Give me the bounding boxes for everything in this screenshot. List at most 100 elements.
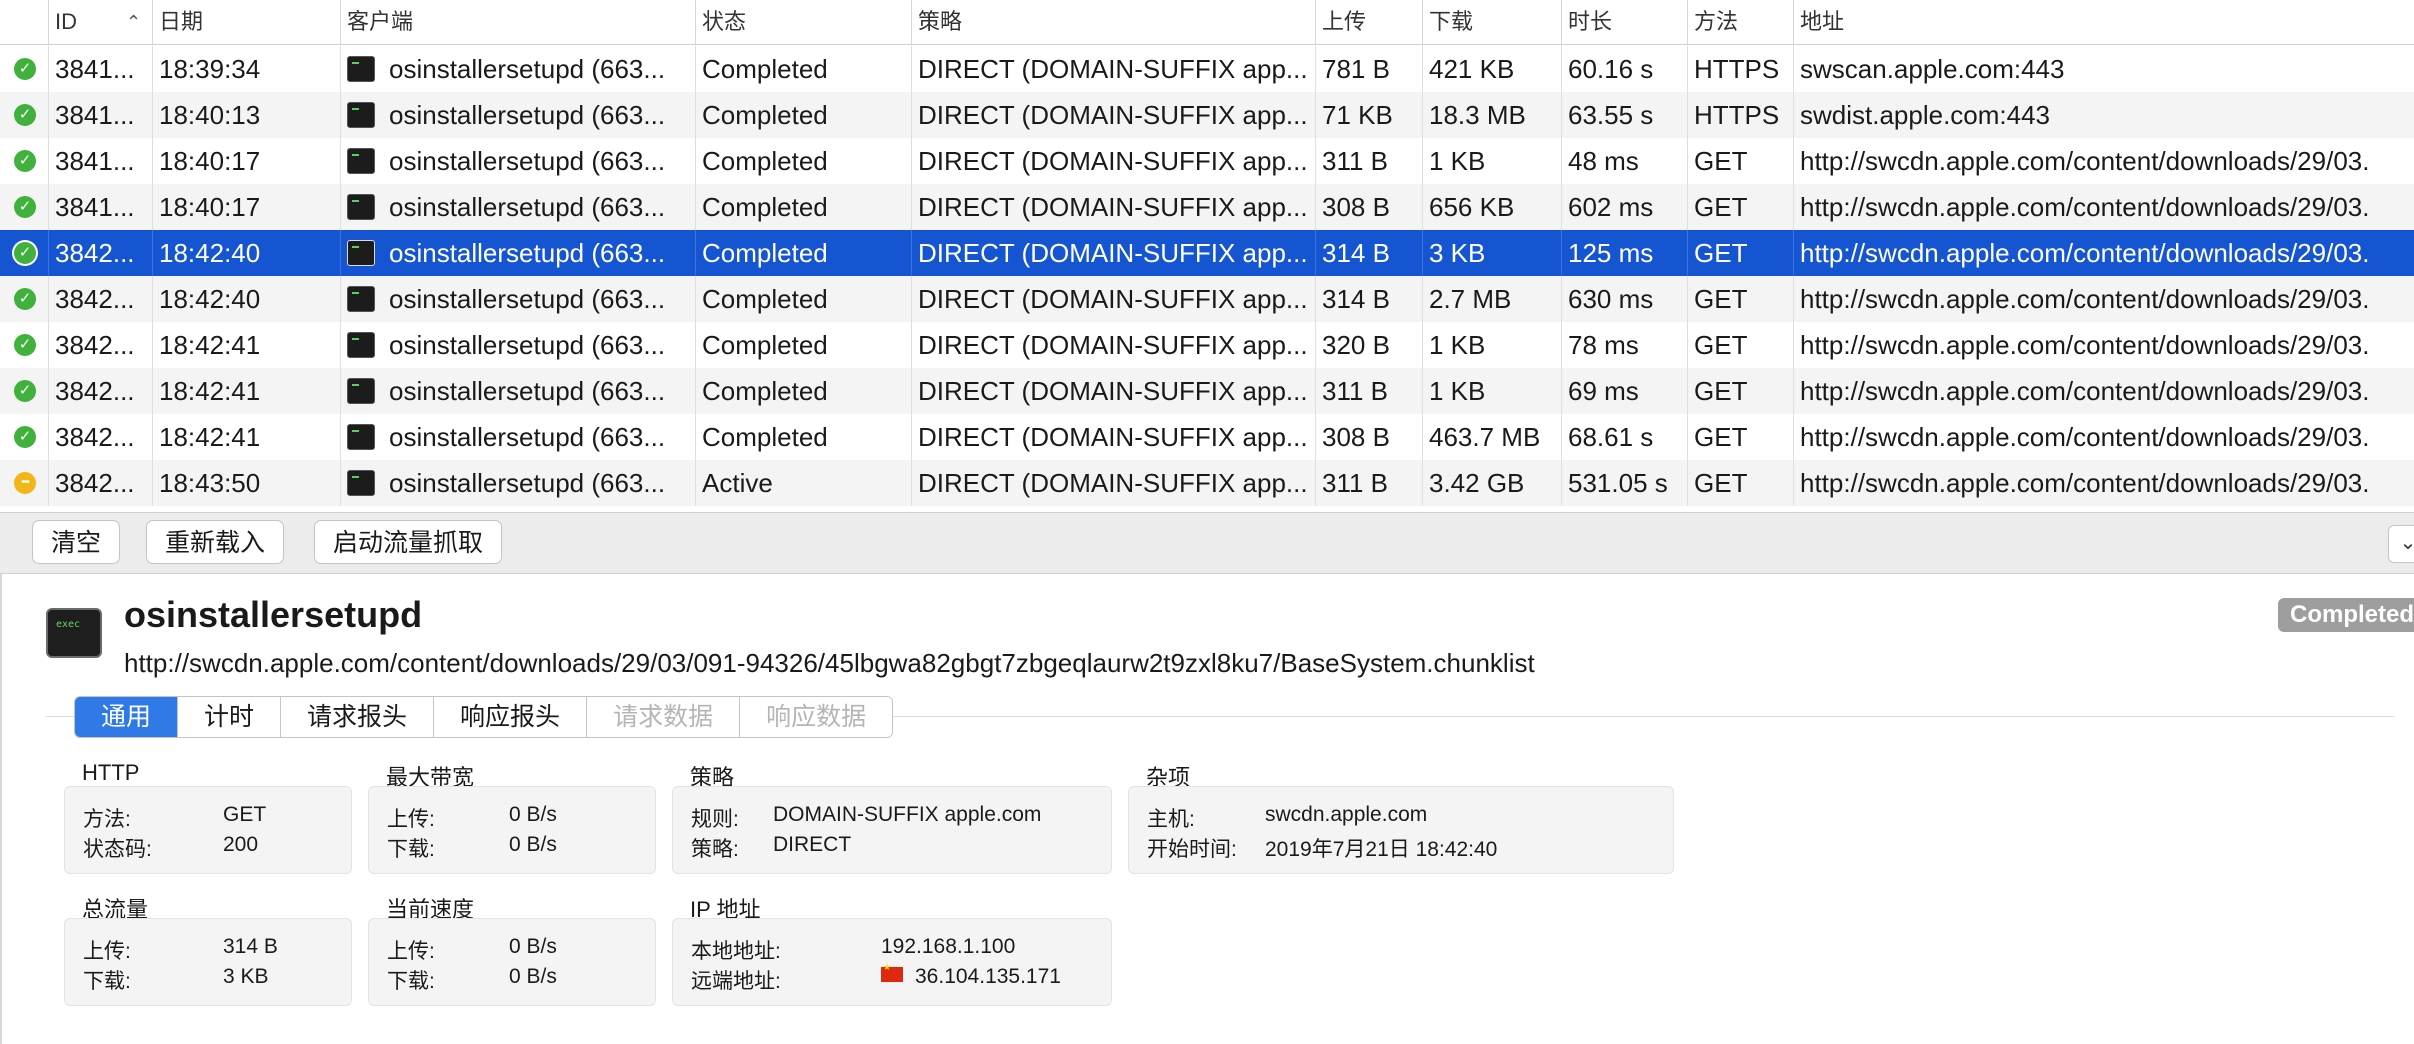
cell-state: Completed (695, 368, 911, 414)
cell-client: osinstallersetupd (663... (340, 276, 695, 322)
table-row[interactable]: ✓ 3842... 18:42:41 osinstallersetupd (663..… (0, 414, 2414, 460)
active-status-icon: ••• (14, 472, 36, 494)
cell-download: 1 KB (1422, 138, 1561, 184)
column-date[interactable]: 日期 (152, 0, 340, 44)
cell-duration: 63.55 s (1561, 92, 1687, 138)
cell-state: Active (695, 460, 911, 506)
reload-button[interactable]: 重新载入 (146, 520, 285, 564)
total-download-label: 下载: (83, 970, 131, 993)
column-method[interactable]: 方法 (1687, 0, 1793, 44)
table-row[interactable]: ••• 3842... 18:43:50 osinstallersetupd (663… (0, 460, 2414, 506)
cell-policy: DIRECT (DOMAIN-SUFFIX app... (911, 138, 1315, 184)
cell-client: osinstallersetupd (663... (340, 230, 695, 276)
completed-check-icon: ✓ (14, 426, 36, 448)
column-address[interactable]: 地址 (1793, 0, 2414, 44)
cell-state: Completed (695, 322, 911, 368)
table-row[interactable]: ✓ 3842... 18:42:41 osinstallersetupd (663..… (0, 368, 2414, 414)
cell-date: 18:42:41 (152, 368, 340, 414)
exec-icon (347, 102, 375, 129)
cell-upload: 781 B (1315, 46, 1422, 92)
tab-request-data[interactable]: 请求数据 (586, 697, 739, 737)
tab-timing[interactable]: 计时 (177, 697, 280, 737)
cell-upload: 320 B (1315, 322, 1422, 368)
cell-client: osinstallersetupd (663... (340, 414, 695, 460)
completed-check-icon: ✓ (14, 242, 36, 264)
column-status[interactable] (0, 0, 48, 44)
rule-label: 规则: (691, 808, 739, 831)
exec-icon (347, 470, 375, 497)
exec-icon (347, 194, 375, 221)
column-download[interactable]: 下载 (1422, 0, 1561, 44)
cell-state: Completed (695, 46, 911, 92)
http-box: 方法: GET 状态码: 200 (64, 786, 352, 874)
http-group-title: HTTP (82, 760, 140, 785)
cell-duration: 60.16 s (1561, 46, 1687, 92)
cell-id: 3842... (48, 276, 152, 322)
cell-method: GET (1687, 184, 1793, 230)
column-label: 时长 (1568, 9, 1613, 34)
table-row[interactable]: ✓ 3842... 18:42:40 osinstallersetupd (663..… (0, 276, 2414, 322)
cell-state: Completed (695, 414, 911, 460)
cell-policy: DIRECT (DOMAIN-SUFFIX app... (911, 322, 1315, 368)
cell-address: http://swcdn.apple.com/content/downloads… (1793, 138, 2414, 184)
clear-button[interactable]: 清空 (32, 520, 121, 564)
cell-duration: 125 ms (1561, 230, 1687, 276)
column-state[interactable]: 状态 (695, 0, 911, 44)
cell-method: GET (1687, 414, 1793, 460)
cell-method: GET (1687, 322, 1793, 368)
tab-general[interactable]: 通用 (75, 697, 178, 737)
status-cell: ✓ (0, 184, 48, 230)
total-upload-label: 上传: (83, 940, 131, 963)
column-label: 客户端 (347, 9, 414, 34)
table-row[interactable]: ✓ 3841... 18:39:34 osinstallersetupd (663..… (0, 46, 2414, 92)
cell-client: osinstallersetupd (663... (340, 460, 695, 506)
rule-value: DOMAIN-SUFFIX apple.com (773, 803, 1042, 826)
tab-request-headers[interactable]: 请求报头 (280, 697, 433, 737)
cell-policy: DIRECT (DOMAIN-SUFFIX app... (911, 276, 1315, 322)
cell-id: 3842... (48, 368, 152, 414)
total-upload-value: 314 B (223, 935, 278, 958)
cell-state: Completed (695, 92, 911, 138)
cell-address: http://swcdn.apple.com/content/downloads… (1793, 322, 2414, 368)
cell-state: Completed (695, 230, 911, 276)
cell-date: 18:40:17 (152, 184, 340, 230)
client-name: osinstallersetupd (663... (389, 284, 666, 314)
start-capture-button[interactable]: 启动流量抓取 (314, 520, 503, 564)
speed-upload-label: 上传: (387, 940, 435, 963)
china-flag-icon (881, 962, 903, 982)
column-policy[interactable]: 策略 (911, 0, 1315, 44)
column-duration[interactable]: 时长 (1561, 0, 1687, 44)
table-row[interactable]: ✓ 3842... 18:42:41 osinstallersetupd (663..… (0, 322, 2414, 368)
tab-response-headers[interactable]: 响应报头 (433, 697, 586, 737)
client-name: osinstallersetupd (663... (389, 238, 666, 268)
cell-address: http://swcdn.apple.com/content/downloads… (1793, 184, 2414, 230)
chevron-down-icon[interactable]: ⌄ (2388, 525, 2414, 563)
cell-method: GET (1687, 230, 1793, 276)
cell-date: 18:42:40 (152, 230, 340, 276)
total-download-value: 3 KB (223, 965, 269, 988)
tab-response-data[interactable]: 响应数据 (739, 697, 892, 737)
cell-id: 3841... (48, 46, 152, 92)
cell-id: 3841... (48, 138, 152, 184)
cell-id: 3841... (48, 92, 152, 138)
column-client[interactable]: 客户端 (340, 0, 695, 44)
column-label: ID (55, 9, 77, 34)
total-traffic-box: 上传: 314 B 下载: 3 KB (64, 918, 352, 1006)
cell-method: HTTPS (1687, 92, 1793, 138)
table-row[interactable]: ✓ 3841... 18:40:13 osinstallersetupd (663..… (0, 92, 2414, 138)
table-row[interactable]: ✓ 3841... 18:40:17 osinstallersetupd (663..… (0, 184, 2414, 230)
table-row[interactable]: ✓ 3841... 18:40:17 osinstallersetupd (663..… (0, 138, 2414, 184)
exec-app-icon: exec (46, 608, 102, 658)
table-row[interactable]: ✓ 3842... 18:42:40 osinstallersetupd (663..… (0, 230, 2414, 276)
method-value: GET (223, 803, 267, 826)
bandwidth-download-value: 0 B/s (509, 833, 557, 856)
detail-tabs: 通用 计时 请求报头 响应报头 请求数据 响应数据 (74, 696, 894, 738)
column-upload[interactable]: 上传 (1315, 0, 1422, 44)
cell-download: 1 KB (1422, 368, 1561, 414)
ip-box: 本地地址: 192.168.1.100 远端地址: 36.104.135.171 (672, 918, 1112, 1006)
status-code-value: 200 (223, 833, 259, 856)
cell-address: swscan.apple.com:443 (1793, 46, 2414, 92)
cell-method: GET (1687, 368, 1793, 414)
exec-icon (347, 56, 375, 83)
status-code-label: 状态码: (83, 838, 152, 861)
